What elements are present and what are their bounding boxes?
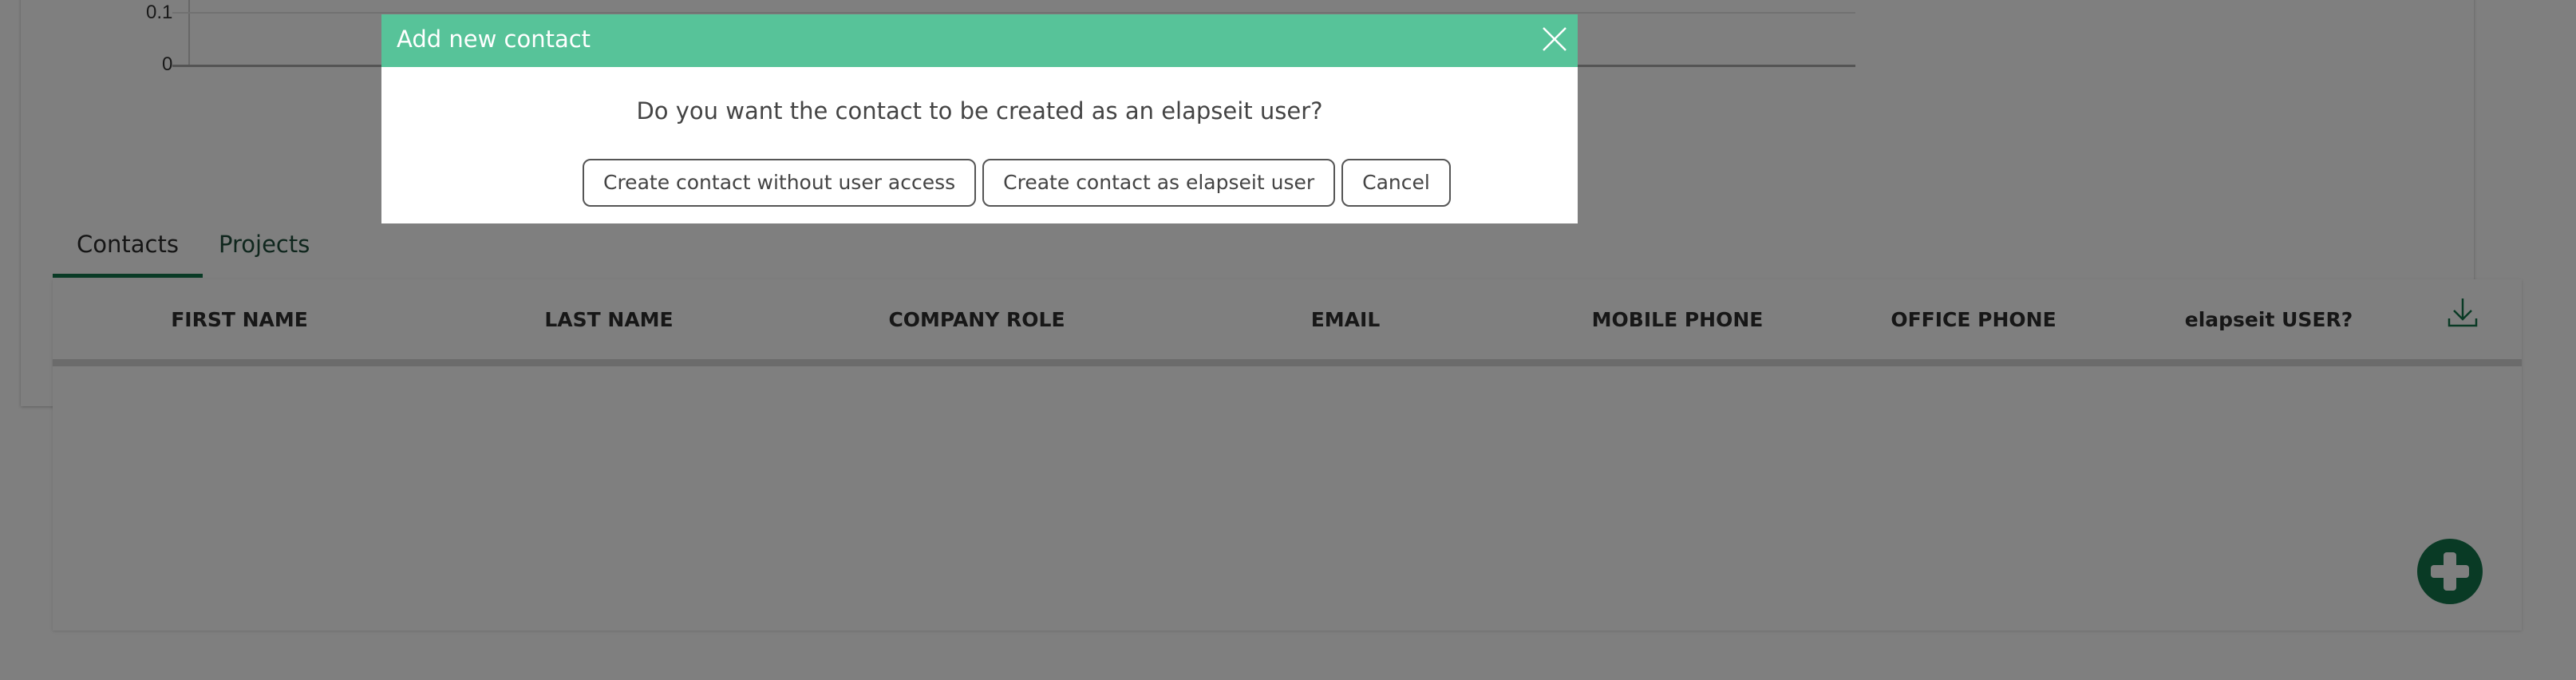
dialog-message: Do you want the contact to be created as… — [636, 97, 1323, 125]
dialog-actions: Create contact without user access Creat… — [583, 159, 1451, 207]
cancel-button[interactable]: Cancel — [1341, 159, 1451, 207]
create-as-user-button[interactable]: Create contact as elapseit user — [982, 159, 1336, 207]
close-icon — [1543, 27, 1567, 51]
dialog-header: Add new contact — [381, 14, 1578, 67]
dialog-title: Add new contact — [397, 26, 591, 53]
create-without-access-button[interactable]: Create contact without user access — [583, 159, 977, 207]
add-contact-dialog: Add new contact Do you want the contact … — [381, 14, 1578, 223]
close-button[interactable] — [1541, 26, 1568, 53]
